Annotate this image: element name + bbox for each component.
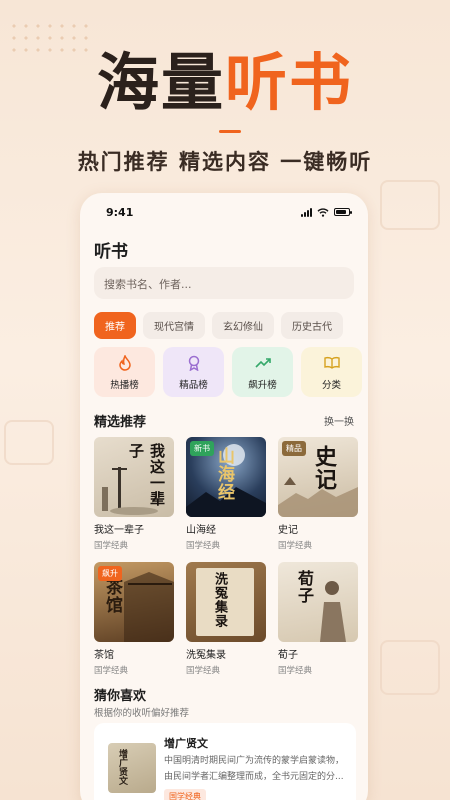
book-genre: 国学经典 <box>94 666 129 676</box>
trending-up-icon <box>254 354 272 372</box>
cover-art <box>320 581 346 642</box>
recommendation-cover-title: 增广贤文 <box>117 749 127 785</box>
book-title: 山海经 <box>186 525 216 536</box>
status-time: 9:41 <box>106 205 134 219</box>
tab-recommend[interactable]: 推荐 <box>94 312 136 339</box>
signal-icon <box>301 207 312 217</box>
recommendation-cover: 增广贤文 <box>108 743 156 793</box>
book-card[interactable]: 茶馆 飙升 茶馆 国学经典 <box>94 562 174 679</box>
book-genre: 国学经典 <box>278 666 313 676</box>
book-card[interactable]: 史记 精品 史记 国学经典 <box>278 437 358 554</box>
decorative-book-outline <box>380 640 440 695</box>
search-placeholder: 搜索书名、作者... <box>104 278 192 291</box>
open-book-icon <box>323 354 341 372</box>
featured-section-title: 精选推荐 <box>94 415 147 430</box>
rising-chart-label: 飙升榜 <box>248 379 277 391</box>
cover-title: 我这一辈子 <box>127 443 166 507</box>
ranking-shortcuts: 热播榜 精品榜 飙升榜 分类 <box>94 347 362 397</box>
page-title: 听书 <box>94 242 128 262</box>
tab-history[interactable]: 历史古代 <box>281 312 343 339</box>
cover-title: 茶馆 <box>102 578 122 614</box>
wifi-icon <box>317 207 329 217</box>
refresh-button[interactable]: 换一换 <box>324 413 354 428</box>
book-title: 荀子 <box>278 650 298 661</box>
cover-title: 山海经 <box>214 447 234 501</box>
book-cover: 洗冤集录 <box>186 562 266 642</box>
book-genre: 国学经典 <box>186 541 221 551</box>
search-input[interactable]: 搜索书名、作者... <box>94 267 354 299</box>
premium-chart-label: 精品榜 <box>179 379 208 391</box>
recommendation-card[interactable]: 增广贤文 增广贤文 中国明清时期民间广为流传的蒙学启蒙读物，由民间学者汇编整理而… <box>94 723 356 800</box>
book-cover: 山海经 新书 <box>186 437 266 517</box>
hero-title: 海量听书 <box>0 52 450 114</box>
featured-book-grid: 我这一辈子 我这一辈子 国学经典 山海经 新书 山海经 国学经典 史记 精品 史… <box>94 437 358 679</box>
premium-badge: 精品 <box>282 441 306 456</box>
recommendation-description: 中国明清时期民间广为流传的蒙学启蒙读物，由民间学者汇编整理而成，全书元固定的分.… <box>164 756 345 782</box>
rising-chart-button[interactable]: 飙升榜 <box>232 347 293 397</box>
tab-modern-romance[interactable]: 现代宫情 <box>143 312 205 339</box>
ribbon-award-icon <box>185 354 203 372</box>
cover-title: 荀子 <box>295 570 314 604</box>
recommendation-title: 增广贤文 <box>164 737 208 750</box>
book-title: 我这一辈子 <box>94 525 144 536</box>
hot-chart-label: 热播榜 <box>110 379 139 391</box>
phone-screen: 9:41 听书 搜索书名、作者... 推荐 现代宫情 玄幻修仙 历史古代 热播榜… <box>80 193 368 800</box>
rising-badge: 飙升 <box>98 566 122 581</box>
cover-title: 史记 <box>311 445 337 491</box>
hero-title-accent: 听书 <box>225 46 354 119</box>
category-tabs: 推荐 现代宫情 玄幻修仙 历史古代 <box>94 312 343 339</box>
hero-underline <box>219 130 241 133</box>
book-card[interactable]: 荀子 荀子 国学经典 <box>278 562 358 679</box>
category-button[interactable]: 分类 <box>301 347 362 397</box>
guess-section-subtitle: 根据你的收听偏好推荐 <box>94 708 190 719</box>
status-bar: 9:41 <box>106 205 352 219</box>
premium-chart-button[interactable]: 精品榜 <box>163 347 224 397</box>
decorative-book-outline <box>4 420 54 465</box>
tab-fantasy[interactable]: 玄幻修仙 <box>212 312 274 339</box>
book-genre: 国学经典 <box>94 541 129 551</box>
flame-icon <box>116 354 134 372</box>
hero-title-dark: 海量 <box>96 46 225 119</box>
new-badge: 新书 <box>190 441 214 456</box>
book-card[interactable]: 山海经 新书 山海经 国学经典 <box>186 437 266 554</box>
recommendation-tag: 国学经典 <box>164 789 206 800</box>
guess-section-title: 猜你喜欢 <box>94 689 147 704</box>
battery-icon <box>334 208 352 216</box>
decorative-book-outline <box>380 180 440 230</box>
book-cover: 史记 精品 <box>278 437 358 517</box>
book-card[interactable]: 我这一辈子 我这一辈子 国学经典 <box>94 437 174 554</box>
book-title: 史记 <box>278 525 298 536</box>
hot-chart-button[interactable]: 热播榜 <box>94 347 155 397</box>
book-cover: 茶馆 飙升 <box>94 562 174 642</box>
book-title: 茶馆 <box>94 650 114 661</box>
book-title: 洗冤集录 <box>186 650 226 661</box>
book-card[interactable]: 洗冤集录 洗冤集录 国学经典 <box>186 562 266 679</box>
book-cover: 荀子 <box>278 562 358 642</box>
hero-subtitle: 热门推荐 精选内容 一键畅听 <box>77 150 373 174</box>
cover-title: 洗冤集录 <box>212 572 227 628</box>
book-cover: 我这一辈子 <box>94 437 174 517</box>
status-icons <box>301 207 352 217</box>
book-genre: 国学经典 <box>278 541 313 551</box>
book-genre: 国学经典 <box>186 666 221 676</box>
category-label: 分类 <box>321 379 341 391</box>
